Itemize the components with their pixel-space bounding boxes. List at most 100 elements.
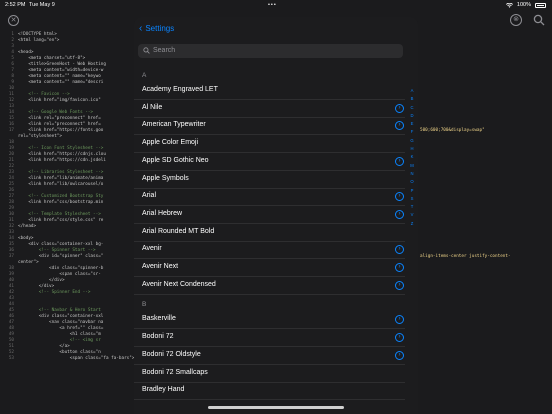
index-letter[interactable]: Z bbox=[408, 220, 416, 228]
line-number: 17 bbox=[8, 128, 14, 133]
code-line: <link href="css/bootstrap.min bbox=[18, 200, 104, 205]
status-right: 100% bbox=[505, 2, 546, 8]
font-name: Avenir Next Condensed bbox=[142, 280, 216, 288]
code-line: <!-- Spinner End --> bbox=[18, 290, 91, 295]
status-bar: 2:52 PM Tue May 9 ••• 100% bbox=[0, 0, 552, 11]
index-letter[interactable]: G bbox=[408, 137, 416, 145]
section-header: B bbox=[142, 301, 147, 309]
chevron-left-icon: ‹ bbox=[139, 22, 143, 34]
index-letter[interactable]: S bbox=[408, 195, 416, 203]
font-row[interactable]: Bodoni 72 › bbox=[134, 329, 405, 348]
chevron-right-icon[interactable]: › bbox=[395, 280, 404, 290]
font-name: American Typewriter bbox=[142, 121, 206, 129]
line-number: 37 bbox=[8, 254, 14, 259]
font-picker-panel: ‹ Settings Search A Academy Engraved LET A… bbox=[134, 17, 418, 414]
font-row[interactable]: Apple Color Emoji bbox=[134, 135, 405, 154]
font-name: Arial Rounded MT Bold bbox=[142, 227, 215, 235]
font-row[interactable]: Apple SD Gothic Neo › bbox=[134, 153, 405, 171]
font-row[interactable]: Avenir › bbox=[134, 241, 405, 260]
code-line-fragment: 500;600;700&display=swap" bbox=[420, 128, 485, 133]
index-letter[interactable]: E bbox=[408, 120, 416, 128]
search-placeholder: Search bbox=[153, 47, 176, 54]
chevron-right-icon[interactable]: › bbox=[395, 263, 404, 272]
code-line: <link href="https://cdn.jsdeli bbox=[18, 158, 106, 163]
close-icon[interactable]: ✕ bbox=[8, 15, 19, 26]
font-row[interactable]: Baskerville › bbox=[134, 311, 405, 330]
section-header: A bbox=[142, 72, 147, 79]
index-letter[interactable]: C bbox=[408, 104, 416, 112]
index-letter[interactable]: V bbox=[408, 211, 416, 219]
index-letter[interactable]: T bbox=[408, 203, 416, 211]
wifi-icon bbox=[505, 2, 513, 8]
font-row[interactable]: Arial Hebrew › bbox=[134, 206, 405, 224]
index-letter[interactable]: K bbox=[408, 153, 416, 161]
font-row[interactable]: Apple Symbols bbox=[134, 171, 405, 189]
code-line: <html lang="en"> bbox=[18, 38, 60, 43]
font-name: Avenir bbox=[142, 245, 162, 253]
font-row[interactable]: Al Nile › bbox=[134, 100, 405, 118]
font-row[interactable]: American Typewriter › bbox=[134, 117, 405, 136]
search-icon[interactable] bbox=[533, 14, 545, 26]
battery-icon bbox=[535, 2, 546, 8]
index-letter[interactable]: A bbox=[408, 87, 416, 95]
font-name: Bodoni 72 Smallcaps bbox=[142, 368, 208, 376]
chevron-right-icon[interactable]: › bbox=[395, 315, 404, 325]
section-index[interactable]: ABCDEFGHKMNOPSTVZ bbox=[408, 87, 416, 228]
status-date: Tue May 9 bbox=[29, 2, 55, 8]
code-line: <link href="img/favicon.ico" bbox=[18, 98, 101, 103]
index-letter[interactable]: B bbox=[408, 95, 416, 103]
chevron-right-icon[interactable]: › bbox=[395, 333, 404, 343]
chevron-right-icon[interactable]: › bbox=[395, 350, 404, 360]
back-button[interactable]: ‹ Settings bbox=[139, 22, 175, 34]
code-line: <meta content="" name="descri bbox=[18, 80, 104, 85]
font-name: Arial bbox=[142, 192, 157, 200]
code-line: <link href="lib/owlcarousel/o bbox=[18, 182, 104, 187]
font-name: Avenir Next bbox=[142, 263, 179, 270]
chevron-right-icon[interactable]: › bbox=[395, 245, 404, 255]
font-row[interactable]: Bodoni 72 Smallcaps bbox=[134, 365, 405, 383]
panel-header: ‹ Settings bbox=[134, 17, 418, 42]
chevron-right-icon[interactable]: › bbox=[395, 209, 404, 219]
search-field[interactable]: Search bbox=[138, 44, 403, 58]
chevron-right-icon[interactable]: › bbox=[395, 121, 404, 131]
chevron-right-icon[interactable]: › bbox=[395, 156, 404, 166]
font-row[interactable]: Bradley Hand bbox=[134, 382, 405, 401]
font-row[interactable]: Academy Engraved LET bbox=[134, 82, 405, 100]
chevron-right-icon[interactable]: › bbox=[395, 192, 404, 202]
font-row[interactable]: Avenir Next › bbox=[134, 259, 405, 277]
font-name: Academy Engraved LET bbox=[142, 86, 218, 93]
index-letter[interactable]: N bbox=[408, 170, 416, 178]
index-letter[interactable]: O bbox=[408, 178, 416, 186]
multitasking-dots[interactable]: ••• bbox=[268, 2, 277, 8]
index-letter[interactable]: D bbox=[408, 112, 416, 120]
line-number: 53 bbox=[8, 356, 14, 361]
font-name: Apple Symbols bbox=[142, 174, 189, 182]
font-name: Arial Hebrew bbox=[142, 209, 183, 217]
code-line: </head> bbox=[18, 224, 37, 229]
font-name: Baskerville bbox=[142, 315, 176, 323]
back-label: Settings bbox=[145, 24, 175, 33]
code-line-fragment: align-items-center justify-content- bbox=[420, 254, 511, 259]
status-time: 2:52 PM bbox=[5, 2, 26, 8]
font-row[interactable]: Bodoni 72 Oldstyle › bbox=[134, 347, 405, 365]
circle-x-icon[interactable]: ⊗ bbox=[510, 14, 522, 26]
font-name: Al Nile bbox=[142, 103, 163, 111]
magnifier-icon bbox=[143, 47, 150, 54]
font-name: Apple Color Emoji bbox=[142, 139, 199, 147]
chevron-right-icon[interactable]: › bbox=[395, 103, 404, 113]
index-letter[interactable]: M bbox=[408, 162, 416, 170]
index-letter[interactable]: H bbox=[408, 145, 416, 153]
home-indicator[interactable] bbox=[208, 406, 344, 409]
code-line: rel="stylesheet"> bbox=[18, 134, 62, 139]
font-name: Bradley Hand bbox=[142, 386, 185, 394]
battery-percent: 100% bbox=[516, 2, 531, 8]
index-letter[interactable]: P bbox=[408, 187, 416, 195]
font-name: Bodoni 72 bbox=[142, 333, 174, 341]
font-row[interactable]: Arial › bbox=[134, 188, 405, 207]
font-name: Bodoni 72 Oldstyle bbox=[142, 350, 201, 358]
font-name: Apple SD Gothic Neo bbox=[142, 156, 209, 164]
font-row[interactable]: Arial Rounded MT Bold bbox=[134, 224, 405, 242]
index-letter[interactable]: F bbox=[408, 128, 416, 136]
font-row[interactable]: Avenir Next Condensed › bbox=[134, 277, 405, 295]
code-line: <span class="fa fa-bars"></span> bbox=[18, 356, 153, 361]
